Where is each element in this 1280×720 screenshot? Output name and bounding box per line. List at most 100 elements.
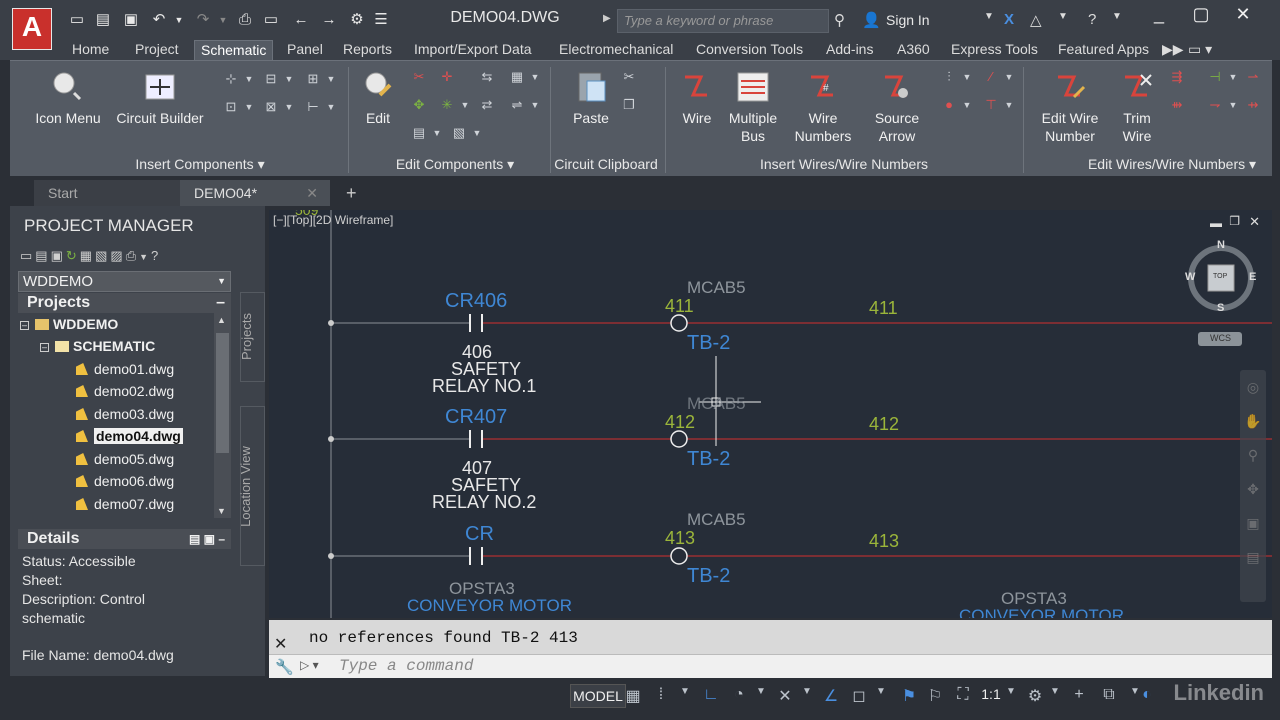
dropdown-icon[interactable]: ▼ <box>1224 97 1242 113</box>
update-icon[interactable]: ▦ <box>80 248 95 263</box>
tree-scrollbar[interactable]: ▲ ▼ <box>214 313 231 518</box>
undo-icon[interactable]: ↶ <box>150 11 168 29</box>
edit-component-small-icon-10[interactable]: ▧ <box>450 125 468 141</box>
edit-button[interactable]: Edit <box>358 69 398 127</box>
dropdown-icon[interactable]: ▼ <box>750 686 772 697</box>
insert-wire-small-icon-1[interactable]: ⫶ <box>940 69 958 85</box>
next-drawing-icon[interactable]: → <box>320 11 338 29</box>
side-tab-projects[interactable]: Projects <box>239 292 265 382</box>
close-icon[interactable]: ✕ <box>274 634 287 654</box>
polar-icon[interactable]: ◔ <box>728 686 750 704</box>
insert-wire-small-icon-3[interactable]: ● <box>940 97 958 113</box>
dropdown-icon[interactable]: ▼ <box>870 686 892 697</box>
sign-in-button[interactable]: Sign In <box>886 12 930 28</box>
publish-icon[interactable]: ⎙ <box>126 248 139 263</box>
dropdown-icon[interactable]: ▼ <box>796 686 818 697</box>
edit-wire-small-icon-6[interactable]: ⇸ <box>1244 97 1262 113</box>
new-tab-icon[interactable]: + <box>332 180 362 206</box>
settings-icon[interactable]: ▨ <box>110 248 125 263</box>
insert-wire-small-icon-2[interactable]: ⁄ <box>982 69 1000 85</box>
project-icon[interactable]: ▭ <box>262 11 280 29</box>
tab-a360[interactable]: A360 <box>891 40 936 60</box>
edit-component-small-icon-2[interactable]: ✛ <box>438 69 456 85</box>
dropdown-icon[interactable]: ▼ <box>456 97 474 113</box>
paste-button[interactable]: Paste <box>566 69 616 127</box>
wire-button[interactable]: Wire <box>674 69 720 127</box>
dropdown-icon[interactable]: ▼ <box>322 99 340 115</box>
plot-icon[interactable]: ⎙ <box>236 11 254 29</box>
edit-component-small-icon-4[interactable]: ▦ <box>508 69 526 85</box>
edit-component-small-icon-5[interactable]: ✥ <box>410 97 428 113</box>
scrollbar-thumb[interactable] <box>216 333 229 453</box>
edit-components-group-label[interactable]: Edit Components ▾ <box>360 153 550 175</box>
open-icon[interactable]: ▤ <box>94 11 112 29</box>
app-dropdown-icon[interactable]: ▼ <box>1058 11 1068 22</box>
auto-scale-icon[interactable]: ⚐ <box>924 686 946 706</box>
new-drawing-icon[interactable]: ▣ <box>51 248 66 263</box>
tab-express-tools[interactable]: Express Tools <box>945 40 1044 60</box>
dropdown-icon[interactable]: ▼ <box>240 71 258 87</box>
tab-start[interactable]: Start <box>34 180 184 206</box>
save-icon[interactable]: ▣ <box>122 11 140 29</box>
workspace-gear-icon[interactable]: ⚙ <box>1024 686 1046 706</box>
project-select[interactable]: WDDEMO ▼ <box>18 271 231 292</box>
scroll-down-icon[interactable]: ▼ <box>217 506 226 516</box>
application-menu-button[interactable]: A <box>12 8 52 50</box>
tab-project[interactable]: Project <box>129 40 185 60</box>
maximize-icon[interactable]: ▢ <box>1186 4 1216 25</box>
sign-in-dropdown-icon[interactable]: ▼ <box>984 11 994 22</box>
edit-component-small-icon-9[interactable]: ▤ <box>410 125 428 141</box>
isolate-objects-icon[interactable]: ⧉ <box>1098 686 1120 704</box>
viewcube[interactable]: N S W E TOP WCS <box>1184 239 1258 357</box>
command-prompt-icon[interactable]: ▷ ▾ <box>300 658 319 672</box>
dropdown-icon[interactable]: ▼ <box>1044 686 1066 697</box>
object-snap-tracking-icon[interactable]: ∠ <box>820 686 842 706</box>
exchange-icon[interactable]: X <box>1004 11 1014 28</box>
insert-component-small-icon-4[interactable]: ⊡ <box>222 99 240 115</box>
drawing-canvas[interactable]: [−][Top][2D Wireframe] 509 CR406 406 SAF… <box>269 210 1272 618</box>
component-tag[interactable]: CR407 <box>445 406 507 429</box>
tab-panel[interactable]: Panel <box>281 40 329 60</box>
insert-components-group-label[interactable]: Insert Components ▾ <box>70 153 330 175</box>
dropdown-icon[interactable]: ▼ <box>1000 686 1022 697</box>
tree-item-file-selected[interactable]: demo04.dwg <box>76 426 183 446</box>
hardware-acceleration-icon[interactable]: ◐ <box>1136 686 1158 704</box>
dropdown-icon[interactable]: ▼ <box>958 97 976 113</box>
dropdown-icon[interactable]: ▼ <box>240 99 258 115</box>
ribbon-display-icon[interactable]: ▭ ▾ <box>1182 40 1218 60</box>
dropdown-icon[interactable]: ▼ <box>1224 69 1242 85</box>
ortho-icon[interactable]: ∟ <box>700 686 722 704</box>
edit-component-small-icon-7[interactable]: ⇄ <box>478 97 496 113</box>
tree-item-file[interactable]: demo02.dwg <box>76 381 174 401</box>
annotation-scale-value[interactable]: 1:1 <box>980 686 1002 702</box>
insert-component-small-icon-3[interactable]: ⊞ <box>304 71 322 87</box>
viewport-controls[interactable]: [−][Top][2D Wireframe] <box>273 213 393 227</box>
dropdown-icon[interactable]: ▼ <box>1000 97 1018 113</box>
edit-component-small-icon-1[interactable]: ✂ <box>410 69 428 85</box>
snap-icon[interactable]: ⁞ <box>650 686 672 704</box>
dropdown-icon[interactable]: ▼ <box>674 686 696 697</box>
insert-component-small-icon-6[interactable]: ⊢ <box>304 99 322 115</box>
component-tag[interactable]: CR <box>465 523 494 546</box>
dropdown-icon[interactable]: ▼ <box>280 99 298 115</box>
source-arrow-button[interactable]: Source Arrow <box>862 69 932 145</box>
dropdown-icon[interactable]: ▼ <box>139 252 151 262</box>
tab-home[interactable]: Home <box>66 40 115 60</box>
object-snap-icon[interactable]: ◻ <box>848 686 870 706</box>
insert-wire-small-icon-4[interactable]: ⊤ <box>982 97 1000 113</box>
edit-wire-small-icon-4[interactable]: ⇻ <box>1168 97 1186 113</box>
dropdown-icon[interactable]: ▼ <box>468 125 486 141</box>
dropdown-icon[interactable]: ▼ <box>526 97 544 113</box>
close-tab-icon[interactable]: ✕ <box>306 180 318 206</box>
binoculars-icon[interactable]: ⚲ <box>834 11 845 29</box>
annotation-visibility-icon[interactable]: ⚑ <box>898 686 920 706</box>
help-dropdown-icon[interactable]: ▼ <box>1112 11 1122 22</box>
viewport-minimize-icon[interactable]: ▬ <box>1210 216 1222 230</box>
wire-numbers-button[interactable]: # Wire Numbers <box>788 69 858 145</box>
edit-component-small-icon-6[interactable]: ✳ <box>438 97 456 113</box>
redo-icon[interactable]: ↷ <box>194 11 212 29</box>
copy-icon[interactable]: ❐ <box>620 97 638 113</box>
cut-icon[interactable]: ✂ <box>620 69 638 85</box>
insert-component-small-icon-1[interactable]: ⊹ <box>222 71 240 87</box>
search-expand-icon[interactable]: ▶ <box>603 13 611 24</box>
